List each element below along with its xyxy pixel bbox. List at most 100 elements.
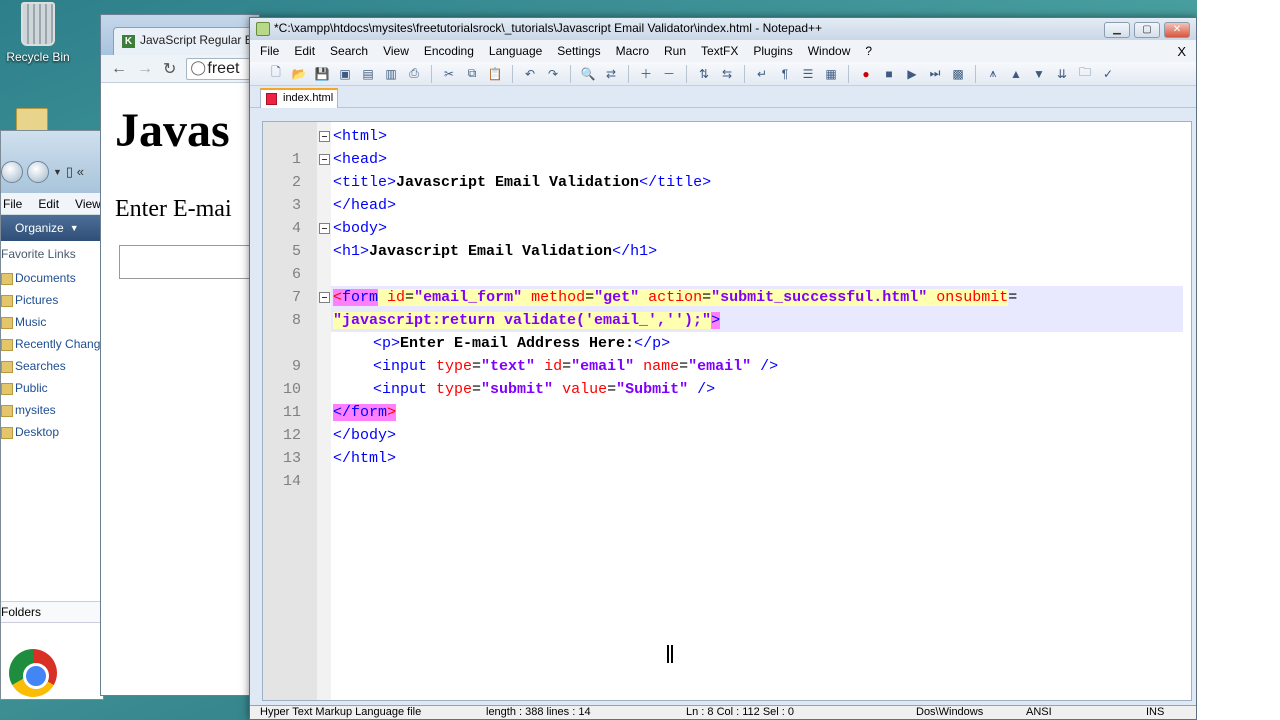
browser-toolbar: ← → ↻ freet (101, 55, 259, 83)
save-macro-icon[interactable]: ▩ (948, 65, 968, 83)
sync-horizontal-icon[interactable]: ⇆ (717, 65, 737, 83)
organize-button[interactable]: Organize ▼ (1, 215, 103, 241)
undo-icon[interactable]: ↶ (520, 65, 540, 83)
menu-help[interactable]: ? (865, 44, 872, 58)
code-line: 12 </form> (263, 401, 1191, 444)
new-file-icon[interactable]: 🗋 (266, 65, 286, 83)
close-document-button[interactable]: X (1177, 44, 1186, 59)
run-macro-multiple-icon[interactable]: ⏭ (925, 65, 945, 83)
brace-match-highlight: </form (333, 404, 388, 421)
fav-music[interactable]: Music (1, 311, 103, 333)
status-bar: Hyper Text Markup Language file length :… (250, 705, 1196, 719)
menu-run[interactable]: Run (664, 44, 686, 58)
tab-index-html[interactable]: index.html (260, 88, 338, 108)
folder-icon[interactable]: 🗀 (1075, 65, 1095, 83)
textfx-icon[interactable]: ⩚ (983, 65, 1003, 83)
indent-guide-icon[interactable]: ☰ (798, 65, 818, 83)
zoom-out-icon[interactable]: － (659, 65, 679, 83)
brace-match-highlight: > (387, 404, 397, 421)
folders-toggle[interactable]: Folders (1, 601, 103, 623)
word-wrap-icon[interactable]: ↵ (752, 65, 772, 83)
open-file-icon[interactable]: 📂 (289, 65, 309, 83)
save-icon[interactable]: 💾 (312, 65, 332, 83)
user-lang-icon[interactable]: ▦ (821, 65, 841, 83)
sync-vertical-icon[interactable]: ⇅ (694, 65, 714, 83)
fold-toggle-icon[interactable] (319, 131, 330, 142)
menu-search[interactable]: Search (330, 44, 368, 58)
chrome-icon[interactable] (9, 649, 57, 697)
down-icon[interactable]: ▼ (1029, 65, 1049, 83)
print-icon[interactable]: ⎙ (404, 65, 424, 83)
menu-encoding[interactable]: Encoding (424, 44, 474, 58)
menu-window[interactable]: Window (808, 44, 851, 58)
document-tabs: index.html (250, 86, 1196, 108)
paste-icon[interactable]: 📋 (485, 65, 505, 83)
minimize-button[interactable]: ▁ (1104, 22, 1130, 38)
code-token: "Submit" (616, 381, 689, 398)
save-all-icon[interactable]: ▣ (335, 65, 355, 83)
maximize-button[interactable]: ▢ (1134, 22, 1160, 38)
forward-button[interactable] (27, 161, 49, 183)
menu-macro[interactable]: Macro (616, 44, 649, 58)
sort-icon[interactable]: ⇊ (1052, 65, 1072, 83)
stop-macro-icon[interactable]: ■ (879, 65, 899, 83)
menu-view[interactable]: View (75, 197, 101, 211)
favorites-header: Favorite Links (1, 247, 76, 261)
email-input[interactable] (119, 245, 259, 279)
fold-toggle-icon[interactable] (319, 223, 330, 234)
close-file-icon[interactable]: ▤ (358, 65, 378, 83)
organize-label: Organize (15, 221, 64, 235)
fold-toggle-icon[interactable] (319, 292, 330, 303)
menu-textfx[interactable]: TextFX (701, 44, 738, 58)
forward-arrow-icon[interactable]: → (137, 60, 153, 78)
brace-match-highlight: > (711, 312, 721, 329)
code-line: 1 <html> (263, 125, 1191, 168)
fold-toggle-icon[interactable] (319, 154, 330, 165)
browser-tabbar: K JavaScript Regular Ex (101, 15, 263, 55)
fav-mysites[interactable]: mysites (1, 399, 103, 421)
fav-desktop[interactable]: Desktop (1, 421, 103, 443)
window-title: *C:\xampp\htdocs\mysites\freetutorialsro… (274, 21, 823, 35)
find-icon[interactable]: 🔍 (578, 65, 598, 83)
up-icon[interactable]: ▲ (1006, 65, 1026, 83)
menu-file[interactable]: File (260, 44, 279, 58)
recycle-bin[interactable]: Recycle Bin (4, 0, 72, 64)
code-token: name (634, 358, 680, 375)
cut-icon[interactable]: ✂ (439, 65, 459, 83)
back-button[interactable] (1, 161, 23, 183)
fav-recently-changed[interactable]: Recently Chang (1, 333, 103, 355)
spellcheck-icon[interactable]: ✓ (1098, 65, 1118, 83)
reload-icon[interactable]: ↻ (163, 59, 176, 79)
fav-public[interactable]: Public (1, 377, 103, 399)
mouse-cursor-ibeam-icon (667, 645, 673, 663)
fav-documents[interactable]: Documents (1, 267, 103, 289)
record-macro-icon[interactable]: ● (856, 65, 876, 83)
recent-pages-icon[interactable]: ▼ (53, 167, 62, 177)
replace-icon[interactable]: ⇄ (601, 65, 621, 83)
code-token: <p> (373, 335, 401, 352)
menu-edit[interactable]: Edit (294, 44, 315, 58)
menu-language[interactable]: Language (489, 44, 542, 58)
desktop-folder-icon[interactable] (16, 108, 48, 132)
code-token: "text" (481, 358, 536, 375)
menu-settings[interactable]: Settings (557, 44, 600, 58)
code-token: </head> (333, 197, 397, 214)
close-all-icon[interactable]: ▥ (381, 65, 401, 83)
redo-icon[interactable]: ↷ (543, 65, 563, 83)
show-all-chars-icon[interactable]: ¶ (775, 65, 795, 83)
fav-pictures[interactable]: Pictures (1, 289, 103, 311)
close-button[interactable]: ✕ (1164, 22, 1190, 38)
code-token: <body> (333, 220, 388, 237)
menu-file[interactable]: File (3, 197, 22, 211)
menu-edit[interactable]: Edit (38, 197, 59, 211)
menu-plugins[interactable]: Plugins (753, 44, 792, 58)
back-arrow-icon[interactable]: ← (111, 60, 127, 78)
fav-searches[interactable]: Searches (1, 355, 103, 377)
code-editor[interactable]: 1 <html> 2 <head> 3 <title>Javascript Em… (262, 121, 1192, 701)
browser-tab[interactable]: K JavaScript Regular Ex (113, 27, 263, 55)
copy-icon[interactable]: ⧉ (462, 65, 482, 83)
menu-view[interactable]: View (383, 44, 409, 58)
zoom-in-icon[interactable]: ＋ (636, 65, 656, 83)
status-length: length : 388 lines : 14 (486, 706, 591, 718)
play-macro-icon[interactable]: ▶ (902, 65, 922, 83)
